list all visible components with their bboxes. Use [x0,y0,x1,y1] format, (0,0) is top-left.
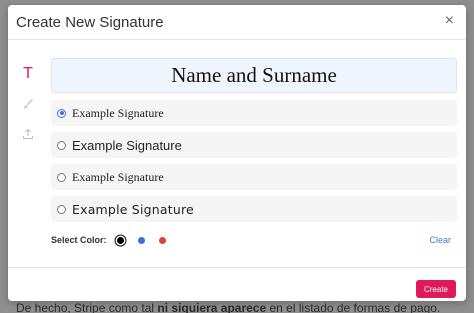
upload-tool-button[interactable] [16,122,40,146]
color-selector: Select Color: Clear [51,233,457,247]
radio-selected-icon[interactable] [57,108,66,118]
color-swatch-blue[interactable] [137,236,145,244]
radio-icon[interactable] [57,172,66,182]
radio-icon[interactable] [57,204,66,214]
signature-option-label: Example Signature [72,137,182,153]
signature-preview: Name and Surname [51,58,457,93]
upload-icon [22,128,34,140]
signature-option-label: Example Signature [72,201,194,217]
signature-option-3[interactable]: Example Signature [51,164,457,190]
create-button[interactable]: Create [416,280,456,298]
text-icon: T [23,65,33,82]
modal-header: Create New Signature × [8,5,466,40]
close-button[interactable]: × [445,13,454,29]
brush-icon [23,99,33,109]
background-text-part: en el listado de formas de pago. [269,301,441,313]
signature-option-4[interactable]: Example Signature [51,196,457,222]
color-swatch-red[interactable] [158,236,166,244]
signature-option-label: Example Signature [72,169,164,184]
signature-option-label: Example Signature [72,105,164,120]
radio-icon[interactable] [57,140,66,150]
clear-link[interactable]: Clear [429,235,451,245]
draw-tool-button[interactable] [16,92,40,116]
color-swatch-black[interactable] [116,236,124,244]
background-page-text: De hecho, Stripe como tal ni siquiera ap… [16,301,440,313]
signature-style-options: Example Signature Example Signature Exam… [51,100,457,228]
modal-title: Create New Signature [16,14,164,31]
text-tool-button[interactable]: T [16,62,40,86]
background-text-part: De hecho, Stripe como tal [16,301,155,313]
signature-option-1[interactable]: Example Signature [51,100,457,126]
signature-tool-bar: T [16,62,40,152]
signature-option-2[interactable]: Example Signature [51,132,457,158]
color-label: Select Color: [51,235,107,245]
background-text-bold: ni siquiera aparece [157,301,267,313]
create-signature-modal: Create New Signature × T Name and Surnam… [8,5,466,301]
modal-footer: Create [8,267,466,301]
